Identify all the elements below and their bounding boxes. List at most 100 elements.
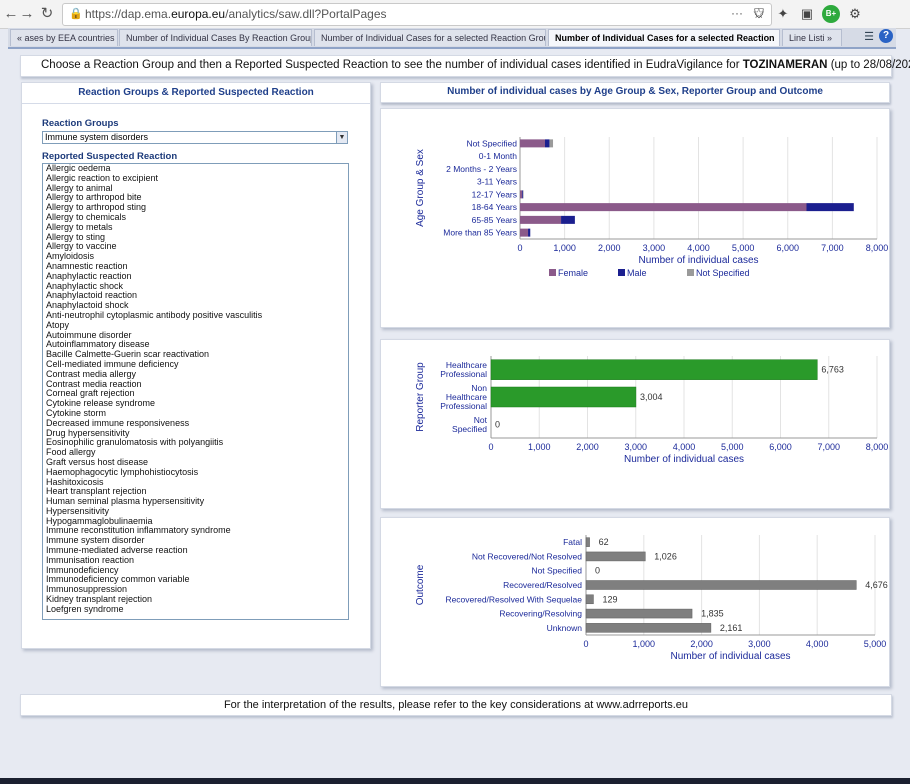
list-item[interactable]: Loefgren syndrome: [43, 604, 348, 615]
reporter-chart-x-tick-label: 4,000: [673, 442, 696, 452]
age-bar-female: [520, 228, 529, 237]
url-text: https://dap.ema.europa.eu/analytics/saw.…: [85, 7, 387, 21]
outcome-bar: [585, 537, 590, 547]
legend-label-female: Female: [558, 268, 588, 278]
charts-panel-title: Number of individual cases by Age Group …: [447, 86, 823, 97]
outcome-category-label: Not Recovered/Not Resolved: [472, 551, 582, 561]
footer-note: For the interpretation of the results, p…: [20, 694, 892, 716]
outcome-data-label: 129: [602, 594, 617, 604]
reaction-group-selected-value: Immune system disorders: [45, 132, 149, 142]
age-category-label: 0-1 Month: [479, 151, 518, 161]
outcome-category-label: Unknown: [547, 623, 583, 633]
age-chart-x-tick-label: 3,000: [643, 243, 666, 253]
outcome-category-label: Not Specified: [531, 566, 582, 576]
outcome-bar: [585, 594, 594, 605]
tab-cases-by-reaction-groups[interactable]: Number of Individual Cases By Reaction G…: [119, 29, 312, 46]
age-sex-chart: 0 1,000 2,000 3,000 4,000 5,000 6,000 7,000 8,00…: [415, 137, 889, 278]
outcome-chart-x-tick-label: 2,000: [690, 639, 713, 649]
tab-line-listing[interactable]: Line Listi »: [782, 29, 842, 46]
reaction-listbox[interactable]: Allergic oedema Allergic reaction to exci…: [42, 163, 349, 620]
age-chart-x-tick-label: 2,000: [598, 243, 621, 253]
reaction-groups-label: Reaction Groups: [42, 118, 119, 129]
outcome-bar: [585, 623, 712, 633]
outcome-data-label: 0: [595, 566, 600, 576]
lock-icon: 🔒: [69, 8, 83, 20]
instruction-banner: Choose a Reaction Group and then a Repor…: [20, 55, 910, 77]
outcome-data-label: 1,026: [654, 551, 677, 561]
age-bar-male: [522, 190, 524, 199]
legend-swatch-not-specified: [687, 269, 694, 276]
reporter-chart-x-tick-label: 5,000: [721, 442, 744, 452]
age-category-label: 18-64 Years: [472, 202, 517, 212]
reporter-category-label: Professional: [440, 369, 487, 379]
age-category-label: 3-11 Years: [477, 177, 517, 187]
reporter-chart-y-axis-title: Reporter Group: [415, 362, 426, 432]
age-chart-x-tick-label: 4,000: [687, 243, 710, 253]
age-bar-female: [520, 190, 523, 199]
age-chart-x-tick-label: 1,000: [553, 243, 576, 253]
tab-cases-selected-reaction-group[interactable]: Number of Individual Cases for a selecte…: [314, 29, 546, 46]
chevron-down-icon[interactable]: ▼: [336, 132, 347, 143]
outcome-chart-x-axis-title: Number of individual cases: [670, 651, 790, 662]
outcome-chart-x-tick-label: 0: [583, 639, 588, 649]
age-bar-male: [561, 215, 575, 224]
reporter-chart-x-tick-label: 3,000: [624, 442, 647, 452]
outcome-data-label: 4,676: [865, 580, 888, 590]
reload-icon[interactable]: ↻: [38, 5, 56, 23]
age-chart-x-tick-label: 8,000: [866, 243, 889, 253]
outcome-bar: [585, 551, 646, 562]
reaction-group-select[interactable]: Immune system disorders ▼: [42, 131, 348, 144]
age-bar-female: [520, 139, 545, 148]
reporter-category-label: Professional: [440, 401, 487, 411]
age-bar-female: [520, 203, 807, 212]
reported-suspected-reaction-label: Reported Suspected Reaction: [42, 151, 178, 162]
age-chart-x-tick-label: 7,000: [821, 243, 844, 253]
age-sex-chart-panel: 0 1,000 2,000 3,000 4,000 5,000 6,000 7,000 8,00…: [380, 108, 890, 328]
age-chart-x-axis-title: Number of individual cases: [638, 255, 758, 266]
page-options-icon[interactable]: ☰: [864, 30, 874, 43]
tab-cases-by-eea-countries[interactable]: « ases by EEA countries: [10, 29, 118, 46]
profile-avatar-icon[interactable]: B+: [822, 5, 840, 23]
reporter-data-label: 0: [495, 419, 500, 429]
forward-icon[interactable]: →: [18, 5, 36, 23]
page-actions-icon[interactable]: ···: [731, 6, 743, 20]
reporter-chart-panel: 0 1,000 2,000 3,000 4,000 5,000 6,000 7,000 8,00…: [380, 339, 890, 509]
outcome-chart-x-tick-label: 3,000: [748, 639, 771, 649]
address-bar[interactable]: 🔒 https://dap.ema.europa.eu/analytics/sa…: [62, 3, 772, 26]
age-chart-x-tick-label: 6,000: [776, 243, 799, 253]
age-chart-x-tick-label: 0: [517, 243, 522, 253]
tab-cases-selected-reaction[interactable]: Number of Individual Cases for a selecte…: [548, 29, 780, 46]
settings-gear-icon[interactable]: ⚙: [846, 5, 864, 23]
left-panel-title: Reaction Groups & Reported Suspected Rea…: [22, 83, 370, 104]
browser-toolbar: ← → ↻ 🔒 https://dap.ema.europa.eu/analyt…: [0, 0, 910, 29]
shield-icon[interactable]: ⛉: [750, 5, 768, 23]
reporter-bar: [490, 386, 637, 408]
outcome-category-label: Recovered/Resolved: [503, 580, 582, 590]
age-bar-male: [544, 139, 550, 148]
outcome-data-label: 1,835: [701, 609, 724, 619]
outcome-bar: [585, 580, 857, 590]
outcome-data-label: 2,161: [720, 623, 743, 633]
reporter-data-label: 6,763: [821, 365, 844, 375]
age-category-label: 65-85 Years: [472, 215, 517, 225]
extension-wand-icon[interactable]: ✦: [774, 5, 792, 23]
legend-label-not-specified: Not Specified: [696, 268, 750, 278]
age-category-label: More than 85 Years: [443, 228, 517, 238]
outcome-chart-x-tick-label: 4,000: [806, 639, 829, 649]
age-chart-y-axis-title: Age Group & Sex: [415, 149, 426, 227]
list-item[interactable]: Anti-neutrophil cytoplasmic antibody pos…: [43, 310, 348, 321]
legend-label-male: Male: [627, 268, 647, 278]
reaction-selector-panel: Reaction Groups & Reported Suspected Rea…: [21, 82, 371, 649]
outcome-bar: [585, 608, 693, 619]
outcome-category-label: Recovering/Resolving: [499, 609, 582, 619]
reporter-chart-x-tick-label: 6,000: [769, 442, 792, 452]
reporter-category-label: Specified: [452, 424, 487, 434]
charts-header-panel: Number of individual cases by Age Group …: [380, 82, 890, 103]
outcome-chart-y-axis-title: Outcome: [415, 564, 426, 605]
help-icon[interactable]: ?: [879, 29, 893, 43]
outcome-chart-x-tick-label: 5,000: [864, 639, 887, 649]
reader-icon[interactable]: ▣: [798, 5, 816, 23]
age-bar-male: [806, 203, 854, 212]
reporter-data-label: 3,004: [640, 392, 663, 402]
outcome-category-label: Fatal: [563, 537, 582, 547]
